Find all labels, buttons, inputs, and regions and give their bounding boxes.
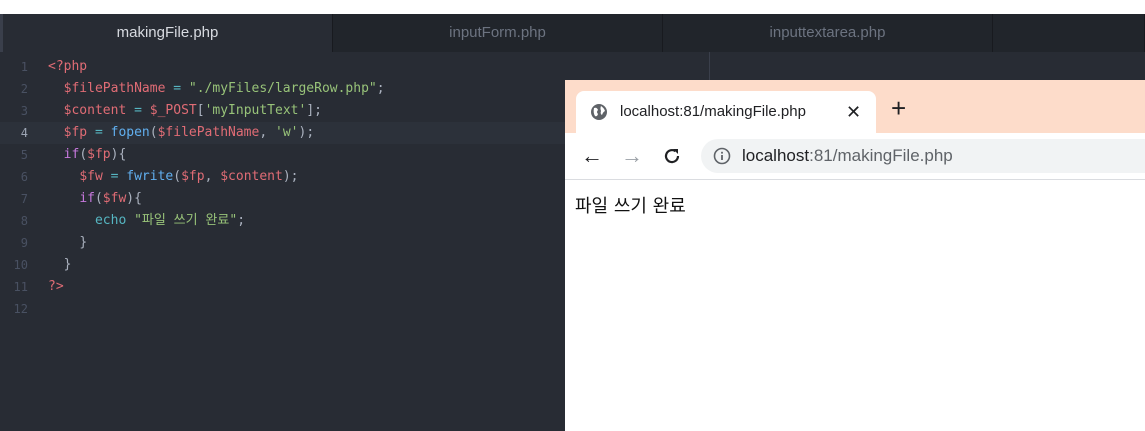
code-token: $fw	[79, 169, 103, 184]
line-number: 8	[20, 214, 28, 228]
editor-tab-bar: makingFile.php inputForm.php inputtextar…	[0, 14, 1145, 52]
code-token: ){	[110, 147, 127, 162]
line-number: 9	[20, 236, 28, 250]
code-token: =	[87, 125, 111, 140]
code-token: $filePathName	[63, 81, 166, 96]
new-tab-button[interactable]: +	[891, 92, 906, 124]
code-token: echo	[94, 213, 127, 228]
code-token: $fp	[181, 169, 205, 184]
code-token: ,	[204, 169, 221, 184]
code-token: $filePathName	[157, 125, 260, 140]
browser-window: localhost:81/makingFile.php ✕ + ← → loca…	[565, 80, 1145, 431]
code-token: );	[282, 169, 299, 184]
code-token: if	[63, 147, 80, 162]
code-token: =	[165, 81, 189, 96]
code-token: fwrite	[126, 169, 174, 184]
back-arrow-icon[interactable]: ←	[579, 133, 605, 179]
line-number: 5	[20, 148, 28, 162]
globe-icon	[590, 103, 608, 121]
address-bar[interactable]: localhost:81/makingFile.php	[701, 139, 1145, 173]
code-token: $fp	[87, 147, 111, 162]
browser-toolbar: ← → localhost:81/makingFile.php	[565, 133, 1145, 180]
forward-arrow-icon[interactable]: →	[619, 133, 645, 179]
url-host: localhost	[742, 146, 810, 165]
code-token: "./myFiles/largeRow.php"	[188, 81, 377, 96]
code-token: ){	[126, 191, 142, 206]
line-number: 10	[13, 258, 28, 272]
code-token: [	[196, 103, 205, 118]
code-token: "파일 쓰기 완료"	[134, 213, 238, 228]
tab-inputform[interactable]: inputForm.php	[333, 14, 663, 52]
tab-inputtextarea[interactable]: inputtextarea.php	[663, 14, 993, 52]
code-token: $content	[63, 103, 127, 118]
line-number: 7	[20, 192, 28, 206]
code-token: (	[79, 147, 88, 162]
code-token: ,	[259, 125, 275, 140]
code-token: ]	[306, 103, 315, 118]
code-token: ;	[237, 213, 246, 228]
code-token: (	[173, 169, 182, 184]
code-token: $_POST	[149, 103, 197, 118]
address-url: localhost:81/makingFile.php	[742, 139, 953, 173]
code-token: ;	[376, 81, 385, 96]
code-token: ;	[306, 125, 315, 140]
code-token: (	[94, 191, 103, 206]
url-path: :81/makingFile.php	[809, 146, 953, 165]
tab-bar-empty	[993, 14, 1145, 52]
code-token: (	[149, 125, 158, 140]
code-token: }	[79, 235, 88, 250]
code-token: =	[102, 169, 127, 184]
line-number: 12	[13, 302, 28, 316]
php-close-tag: ?>	[48, 279, 64, 294]
line-number: 11	[13, 280, 28, 294]
code-token: }	[63, 257, 72, 272]
browser-tab[interactable]: localhost:81/makingFile.php ✕	[576, 91, 876, 133]
page-content: 파일 쓰기 완료	[565, 180, 1145, 431]
code-token: $fp	[63, 125, 88, 140]
line-number: 2	[20, 82, 28, 96]
close-icon[interactable]: ✕	[846, 91, 861, 133]
code-token: fopen	[110, 125, 150, 140]
code-token: $content	[220, 169, 283, 184]
php-open-tag: <?php	[48, 59, 88, 74]
tab-makingfile[interactable]: makingFile.php	[0, 14, 333, 52]
code-token: ;	[314, 103, 322, 118]
browser-tab-strip: localhost:81/makingFile.php ✕ +	[565, 80, 1145, 133]
browser-tab-title: localhost:81/makingFile.php	[620, 103, 806, 120]
line-number: 1	[20, 60, 28, 74]
line-number: 6	[20, 170, 28, 184]
code-token: if	[79, 191, 95, 206]
line-number: 4	[20, 126, 28, 140]
code-token: 'myInputText'	[204, 103, 307, 118]
info-icon[interactable]	[713, 147, 731, 165]
code-line: 1 <?php	[0, 56, 1145, 78]
reload-icon[interactable]	[659, 133, 685, 179]
code-token: 'w'	[275, 125, 299, 140]
page-output-text: 파일 쓰기 완료	[575, 196, 686, 217]
code-token: =	[126, 103, 150, 118]
code-token: $fw	[102, 191, 127, 206]
line-number: 3	[20, 104, 28, 118]
